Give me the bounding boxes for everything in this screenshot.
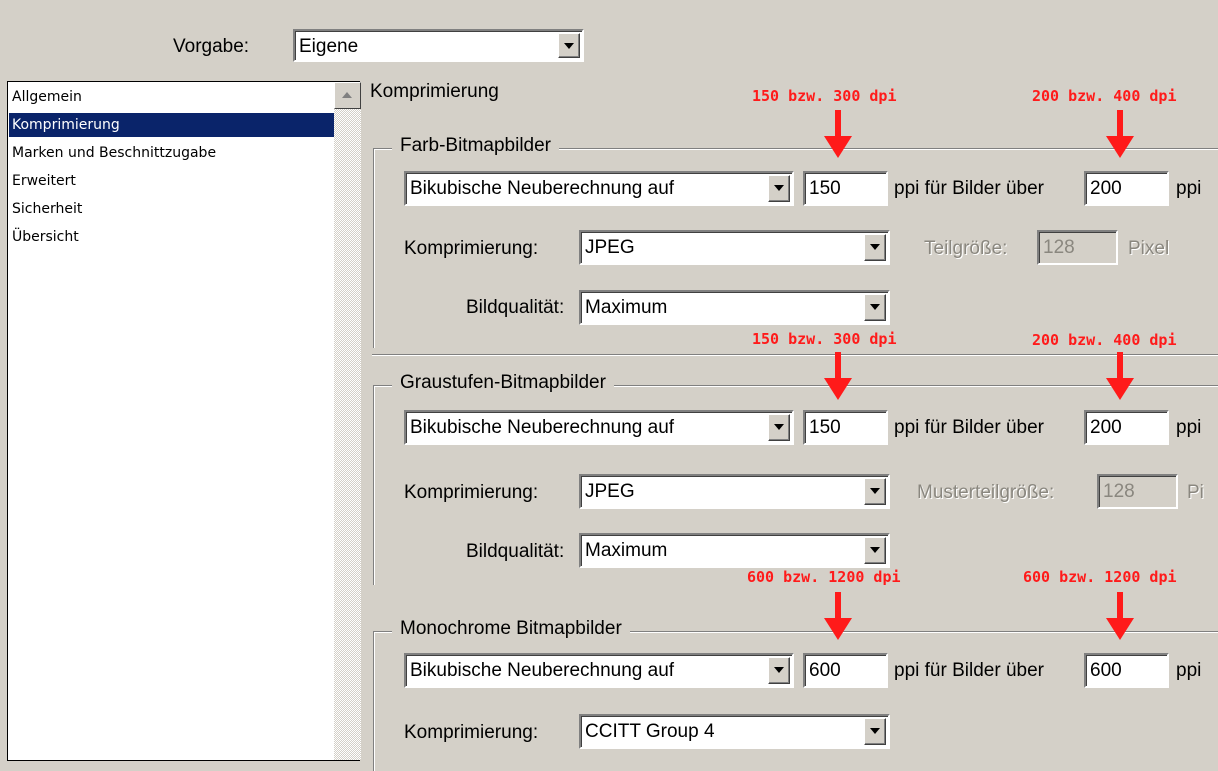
gray-tile-value: 128 (1103, 481, 1135, 502)
color-tile-value: 128 (1043, 237, 1075, 258)
color-group-title: Farb-Bitmapbilder (392, 135, 559, 157)
sidebar-item-komprimierung[interactable]: Komprimierung (9, 113, 336, 137)
chevron-down-icon[interactable] (768, 175, 790, 202)
mono-resample-value: Bikubische Neuberechnung auf (410, 660, 675, 681)
mono-resample-dropdown[interactable]: Bikubische Neuberechnung auf (404, 653, 794, 688)
sidebar-list[interactable]: Allgemein Komprimierung Marken und Besch… (7, 81, 361, 761)
chevron-down-icon[interactable] (864, 718, 886, 745)
gray-resample-value: Bikubische Neuberechnung auf (410, 417, 675, 438)
sidebar-item-marken[interactable]: Marken und Beschnittzugabe (12, 141, 216, 165)
mono-ppi-value: 600 (809, 660, 841, 681)
mono-ppi-text: ppi für Bilder über (894, 660, 1044, 681)
gray-tile-unit: Pi (1187, 482, 1204, 503)
color-ppi-value: 150 (809, 178, 841, 199)
arrow-down-icon (824, 110, 852, 158)
color-quality-value: Maximum (585, 297, 668, 318)
annotation-color-right: 200 bzw. 400 dpi (1032, 87, 1177, 105)
gray-ppi-input[interactable]: 150 (803, 410, 888, 445)
arrow-down-icon (1106, 110, 1134, 158)
annotation-color-left: 150 bzw. 300 dpi (752, 87, 897, 105)
gray-compression-label: Komprimierung: (404, 482, 539, 503)
sidebar-scrollbar[interactable] (334, 82, 361, 760)
preset-value: Eigene (299, 36, 359, 57)
chevron-down-icon[interactable] (864, 537, 886, 564)
annotation-mono-left: 600 bzw. 1200 dpi (747, 568, 901, 586)
color-quality-dropdown[interactable]: Maximum (579, 290, 890, 325)
gray-compression-dropdown[interactable]: JPEG (579, 474, 890, 509)
preset-label: Vorgabe: (173, 36, 250, 57)
gray-quality-dropdown[interactable]: Maximum (579, 533, 890, 568)
color-above-value: 200 (1090, 178, 1122, 199)
mono-above-value: 600 (1090, 660, 1122, 681)
separator (372, 354, 1218, 356)
arrow-down-icon (824, 592, 852, 640)
color-tile-label: Teilgröße: (924, 238, 1008, 259)
color-above-input[interactable]: 200 (1084, 171, 1169, 206)
mono-compression-dropdown[interactable]: CCITT Group 4 (579, 714, 890, 749)
annotation-gray-right: 200 bzw. 400 dpi (1032, 331, 1177, 349)
arrow-down-icon (1106, 592, 1134, 640)
mono-group-box (373, 631, 1218, 771)
color-ppi-input[interactable]: 150 (803, 171, 888, 206)
gray-compression-value: JPEG (585, 481, 635, 502)
gray-above-value: 200 (1090, 417, 1122, 438)
chevron-down-icon[interactable] (864, 294, 886, 321)
chevron-down-icon[interactable] (864, 234, 886, 261)
color-compression-dropdown[interactable]: JPEG (579, 230, 890, 265)
chevron-down-icon[interactable] (768, 657, 790, 684)
gray-group-title: Graustufen-Bitmapbilder (392, 372, 614, 394)
color-resample-value: Bikubische Neuberechnung auf (410, 178, 675, 199)
color-compression-value: JPEG (585, 237, 635, 258)
gray-above-input[interactable]: 200 (1084, 410, 1169, 445)
gray-quality-label: Bildqualität: (466, 541, 565, 562)
color-tile-input[interactable]: 128 (1037, 230, 1118, 265)
gray-ppi-unit: ppi (1176, 417, 1202, 438)
color-ppi-text: ppi für Bilder über (894, 178, 1044, 199)
mono-group-title: Monochrome Bitmapbilder (392, 618, 630, 640)
color-compression-label: Komprimierung: (404, 238, 539, 259)
sidebar-item-erweitert[interactable]: Erweitert (12, 169, 76, 193)
annotation-mono-right: 600 bzw. 1200 dpi (1023, 568, 1177, 586)
scroll-up-icon[interactable] (334, 82, 361, 109)
sidebar-item-uebersicht[interactable]: Übersicht (12, 225, 79, 249)
gray-tile-label: Musterteilgröße: (917, 482, 1055, 503)
chevron-down-icon[interactable] (768, 414, 790, 441)
chevron-down-icon[interactable] (558, 33, 580, 58)
color-resample-dropdown[interactable]: Bikubische Neuberechnung auf (404, 171, 794, 206)
arrow-down-icon (1106, 352, 1134, 400)
mono-compression-label: Komprimierung: (404, 722, 539, 743)
color-quality-label: Bildqualität: (466, 297, 565, 318)
arrow-down-icon (824, 352, 852, 400)
mono-above-input[interactable]: 600 (1084, 653, 1169, 688)
gray-resample-dropdown[interactable]: Bikubische Neuberechnung auf (404, 410, 794, 445)
sidebar-item-sicherheit[interactable]: Sicherheit (12, 197, 82, 221)
preset-dropdown[interactable]: Eigene (293, 29, 584, 62)
mono-ppi-unit: ppi (1176, 660, 1202, 681)
section-title: Komprimierung (370, 81, 499, 102)
sidebar-item-allgemein[interactable]: Allgemein (12, 85, 82, 109)
mono-ppi-input[interactable]: 600 (803, 653, 888, 688)
color-ppi-unit: ppi (1176, 178, 1202, 199)
mono-compression-value: CCITT Group 4 (585, 721, 715, 742)
color-tile-unit: Pixel (1128, 238, 1170, 259)
gray-ppi-value: 150 (809, 417, 841, 438)
chevron-down-icon[interactable] (864, 478, 886, 505)
gray-quality-value: Maximum (585, 540, 668, 561)
gray-ppi-text: ppi für Bilder über (894, 417, 1044, 438)
gray-tile-input[interactable]: 128 (1097, 474, 1178, 509)
annotation-gray-left: 150 bzw. 300 dpi (752, 330, 897, 348)
